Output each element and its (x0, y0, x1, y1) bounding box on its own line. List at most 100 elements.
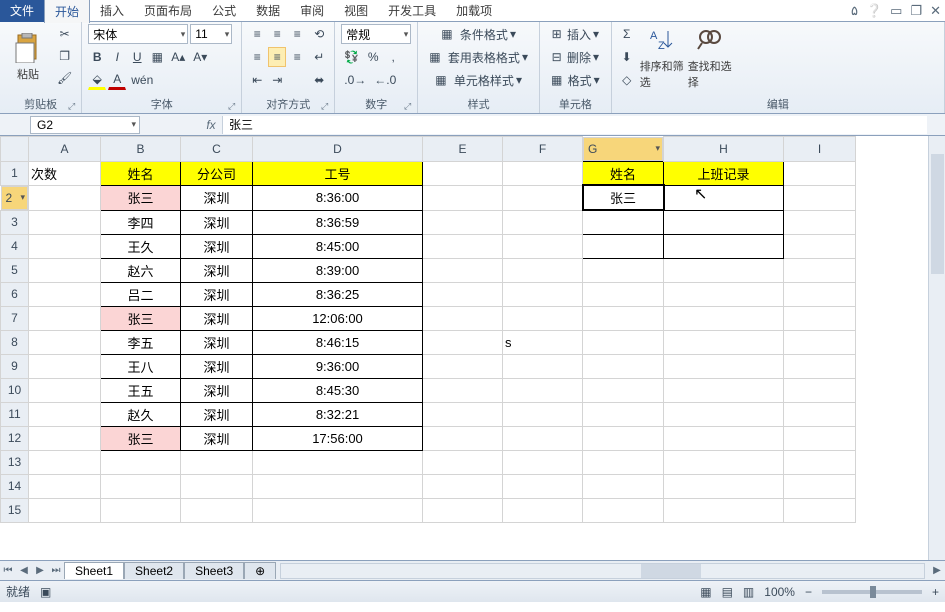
cell[interactable] (29, 234, 101, 258)
row-header[interactable]: 11 (1, 402, 29, 426)
cell[interactable] (503, 498, 583, 522)
col-header[interactable]: E (423, 137, 503, 162)
cell[interactable] (423, 234, 503, 258)
col-header[interactable]: I (784, 137, 856, 162)
cell[interactable] (503, 161, 583, 185)
zoom-slider[interactable] (822, 590, 922, 594)
cell[interactable] (423, 474, 503, 498)
row-header[interactable]: 10 (1, 378, 29, 402)
tab-dev[interactable]: 开发工具 (378, 0, 446, 22)
cell[interactable] (101, 474, 181, 498)
ribbon-minimize-icon[interactable]: ۵ (847, 3, 862, 19)
row-header[interactable]: 9 (1, 354, 29, 378)
col-header[interactable]: D (253, 137, 423, 162)
table-format-button[interactable]: ▦ 套用表格格式 ▾ (424, 47, 533, 67)
fx-icon[interactable]: fx (200, 118, 222, 132)
cell[interactable] (784, 378, 856, 402)
cell[interactable] (423, 426, 503, 450)
tab-review[interactable]: 审阅 (290, 0, 334, 22)
cell[interactable]: 8:45:00 (253, 234, 423, 258)
sheet-nav-last[interactable]: ⏭ (48, 565, 64, 576)
cell[interactable]: 王久 (101, 234, 181, 258)
align-top-button[interactable]: ≡ (248, 24, 266, 44)
decrease-decimal-button[interactable]: ←.0 (371, 70, 399, 90)
cell[interactable] (583, 258, 664, 282)
cell[interactable] (423, 402, 503, 426)
italic-button[interactable]: I (108, 47, 126, 67)
cell[interactable] (664, 426, 784, 450)
cell[interactable]: 姓名 (101, 161, 181, 185)
orientation-button[interactable]: ⟲ (310, 24, 328, 44)
row-header[interactable]: 12 (1, 426, 29, 450)
cell[interactable] (423, 185, 503, 210)
cell[interactable]: 深圳 (181, 402, 253, 426)
tab-data[interactable]: 数据 (246, 0, 290, 22)
sheet-tab[interactable]: Sheet2 (124, 562, 184, 579)
cell[interactable] (29, 282, 101, 306)
formula-input[interactable]: 张三 (222, 116, 927, 134)
cell[interactable] (423, 378, 503, 402)
cell[interactable]: 深圳 (181, 330, 253, 354)
phonetic-button[interactable]: wén (128, 70, 156, 90)
window-restore-icon[interactable]: ❐ (906, 3, 926, 19)
cut-button[interactable]: ✂ (54, 24, 75, 44)
cell[interactable] (664, 330, 784, 354)
cell[interactable] (583, 210, 664, 234)
decrease-font-button[interactable]: A▾ (190, 47, 210, 67)
dialog-launcher-icon[interactable]: ⤢ (404, 101, 411, 112)
cell[interactable]: 赵六 (101, 258, 181, 282)
cell[interactable] (583, 426, 664, 450)
row-header[interactable]: 15 (1, 498, 29, 522)
cell[interactable] (583, 450, 664, 474)
window-close-icon[interactable]: ✕ (926, 3, 945, 19)
cell[interactable] (583, 474, 664, 498)
cell[interactable] (29, 450, 101, 474)
col-header[interactable]: B (101, 137, 181, 162)
delete-cells-button[interactable]: ⊟ 删除 ▾ (546, 47, 605, 67)
cell[interactable] (503, 354, 583, 378)
tab-addins[interactable]: 加载项 (446, 0, 502, 22)
vertical-scrollbar[interactable] (928, 136, 945, 560)
find-select-button[interactable]: 查找和选择 (688, 24, 732, 90)
cell[interactable] (784, 210, 856, 234)
font-size-select[interactable]: 11 (190, 24, 232, 44)
cell[interactable] (784, 426, 856, 450)
horizontal-scrollbar[interactable] (280, 563, 925, 579)
cell[interactable] (784, 185, 856, 210)
row-header[interactable]: 7 (1, 306, 29, 330)
cell[interactable] (423, 306, 503, 330)
dialog-launcher-icon[interactable]: ⤢ (228, 101, 235, 112)
cell[interactable] (784, 450, 856, 474)
row-header[interactable]: 5 (1, 258, 29, 282)
cell[interactable]: 12:06:00 (253, 306, 423, 330)
cell[interactable] (29, 426, 101, 450)
row-header[interactable]: 2 (1, 186, 29, 210)
cell[interactable] (423, 330, 503, 354)
cell[interactable]: 分公司 (181, 161, 253, 185)
cell[interactable] (29, 402, 101, 426)
fill-color-button[interactable]: ⬙ (88, 70, 106, 90)
cell[interactable] (29, 474, 101, 498)
cell[interactable] (253, 450, 423, 474)
cell[interactable] (253, 498, 423, 522)
cell[interactable]: s (503, 330, 583, 354)
cell[interactable] (423, 161, 503, 185)
scroll-right[interactable]: ▶ (929, 565, 945, 576)
dialog-launcher-icon[interactable]: ⤢ (321, 101, 328, 112)
number-format-select[interactable]: 常规 (341, 24, 411, 44)
align-middle-button[interactable]: ≡ (268, 24, 286, 44)
cell[interactable] (181, 498, 253, 522)
cell[interactable]: 吕二 (101, 282, 181, 306)
align-bottom-button[interactable]: ≡ (288, 24, 306, 44)
increase-indent-button[interactable]: ⇥ (268, 70, 286, 90)
cell[interactable]: 上班记录 (664, 161, 784, 185)
cell[interactable] (583, 234, 664, 258)
decrease-indent-button[interactable]: ⇤ (248, 70, 266, 90)
cell[interactable]: 深圳 (181, 185, 253, 210)
fill-button[interactable]: ⬇ (618, 47, 636, 67)
cell[interactable]: 深圳 (181, 258, 253, 282)
cell-styles-button[interactable]: ▦ 单元格样式 ▾ (424, 70, 533, 90)
cell[interactable]: 深圳 (181, 378, 253, 402)
macro-record-icon[interactable]: ▣ (40, 585, 51, 599)
increase-font-button[interactable]: A▴ (168, 47, 188, 67)
